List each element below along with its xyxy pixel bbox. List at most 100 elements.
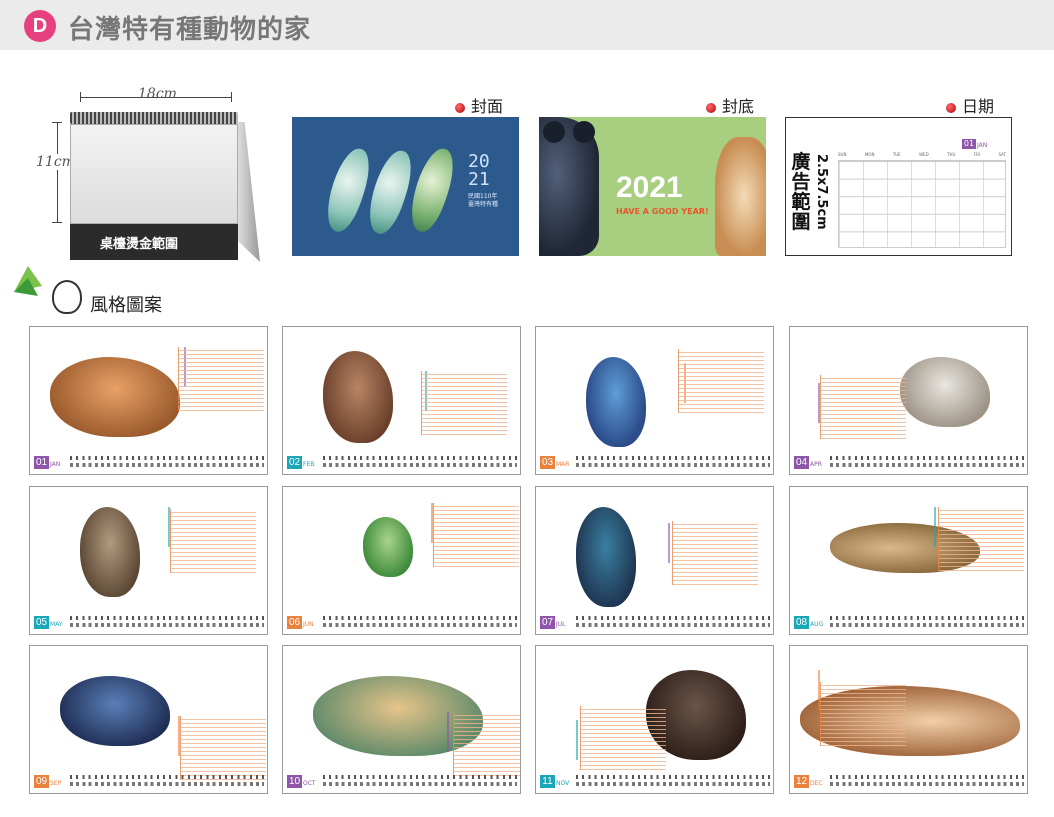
month-card: 04 APR — [789, 326, 1028, 475]
animal-description-text — [820, 375, 906, 439]
animal-title-vertical — [423, 503, 433, 543]
animal-title-vertical — [660, 523, 670, 563]
back-label: 封底 — [706, 93, 754, 117]
animal-illustration — [586, 357, 646, 447]
page-header: D 台灣特有種動物的家 — [0, 0, 1054, 50]
date-page-preview: 廣告範圍 2.5x7.5cm 01 JAN SUN MON TUE WED THU FRI… — [785, 117, 1012, 256]
month-name: MAR — [556, 461, 570, 468]
date-label: 日期 — [946, 93, 994, 117]
month-card: 05 MAY — [29, 486, 268, 635]
height-dimension-line — [57, 122, 58, 222]
deer-illustration — [715, 137, 766, 256]
width-label: 18cm — [138, 86, 177, 102]
taiwan-map-icon — [403, 144, 461, 236]
animal-description-text — [421, 371, 507, 435]
day-strip — [70, 775, 264, 787]
month-number: 10 — [287, 775, 302, 788]
animal-description-text — [678, 349, 764, 413]
flag-icon — [14, 266, 42, 296]
back-year: 2021 — [616, 171, 683, 204]
animal-title-vertical — [810, 670, 820, 710]
month-number: 02 — [287, 456, 302, 469]
bear-ear — [573, 121, 595, 143]
month-number: 04 — [794, 456, 809, 469]
month-name: JUL — [556, 621, 566, 628]
month-number: 05 — [34, 616, 49, 629]
day-strip — [323, 616, 517, 628]
gold-foil-area: 桌檯燙金範圍 — [70, 224, 238, 260]
day-strip — [70, 456, 264, 468]
back-cover-preview: 2021 HAVE A GOOD YEAR! — [539, 117, 766, 256]
animal-description-text — [178, 347, 264, 411]
bullet-icon — [946, 102, 956, 113]
month-name: MAY — [50, 621, 63, 628]
animal-description-text — [453, 712, 520, 776]
bear-ear — [543, 121, 565, 143]
bullet-icon — [706, 102, 716, 113]
desk-calendar-front — [70, 124, 238, 224]
month-name: OCT — [303, 780, 316, 787]
desk-calendar-body: 桌檯燙金範圍 — [70, 112, 260, 262]
spiral-binding — [70, 112, 238, 124]
weekday-header: SUN MON TUE WED THU FRI SAT — [838, 152, 1006, 158]
cover-preview: 20 21 民國110年 臺灣特有種 — [292, 117, 519, 256]
month-number: 03 — [540, 456, 555, 469]
month-card: 01 JAN — [29, 326, 268, 475]
cover-label: 封面 — [455, 93, 503, 117]
month-number: 01 — [34, 456, 49, 469]
animal-title-vertical — [439, 712, 449, 752]
ad-area-label: 廣告範圍 — [791, 151, 811, 233]
animal-title-vertical — [810, 383, 820, 423]
month-card: 09 SEP — [29, 645, 268, 794]
month-name: DEC — [810, 780, 823, 787]
calendar-grid — [838, 160, 1006, 248]
weekday-label: FRI — [973, 152, 981, 157]
taiwan-map-icon — [319, 144, 377, 236]
month-card: 06 JUN — [282, 486, 521, 635]
page-title: 台灣特有種動物的家 — [68, 15, 312, 45]
animal-title-vertical — [568, 720, 578, 760]
animal-illustration — [576, 507, 636, 607]
weekday-label: MON — [864, 152, 875, 157]
desk-calendar-diagram: 18cm 11cm 桌檯燙金範圍 — [36, 82, 270, 262]
animal-description-text — [433, 503, 519, 567]
back-subtitle: HAVE A GOOD YEAR! — [616, 207, 709, 216]
animal-description-text — [820, 682, 906, 746]
month-number: 12 — [794, 775, 809, 788]
animal-illustration — [363, 517, 413, 577]
month-name: NOV — [556, 780, 570, 787]
gold-foil-label: 桌檯燙金範圍 — [100, 237, 179, 252]
day-strip — [830, 775, 1024, 787]
girl-face-icon — [52, 280, 82, 314]
animal-description-text — [170, 509, 256, 573]
width-dimension-tick — [231, 92, 232, 102]
month-number: 06 — [287, 616, 302, 629]
animal-illustration — [80, 507, 140, 597]
day-strip — [323, 775, 517, 787]
weekday-label: WED — [919, 152, 929, 157]
day-strip — [830, 616, 1024, 628]
bullet-icon — [455, 102, 465, 113]
day-strip — [576, 616, 770, 628]
month-name: FEB — [303, 461, 315, 468]
day-strip — [576, 456, 770, 468]
month-card: 12 DEC — [789, 645, 1028, 794]
day-strip — [830, 456, 1024, 468]
taiwan-map-icon — [361, 146, 419, 238]
weekday-label: SUN — [838, 152, 847, 157]
day-strip — [70, 616, 264, 628]
weekday-label: SAT — [998, 152, 1006, 157]
month-card: 02 FEB — [282, 326, 521, 475]
month-number: 11 — [540, 775, 555, 788]
cover-caption: 民國110年 臺灣特有種 — [468, 193, 499, 208]
style-section-title: 風格圖案 — [90, 295, 162, 316]
animal-illustration — [50, 357, 180, 437]
animal-description-text — [938, 507, 1024, 571]
month-card: 08 AUG — [789, 486, 1028, 635]
month-card: 07 JUL — [535, 486, 774, 635]
month-number: 01 — [962, 139, 976, 149]
animal-description-text — [180, 716, 266, 780]
month-card: 10 OCT — [282, 645, 521, 794]
animal-illustration — [900, 357, 990, 427]
weekday-label: THU — [947, 152, 956, 157]
